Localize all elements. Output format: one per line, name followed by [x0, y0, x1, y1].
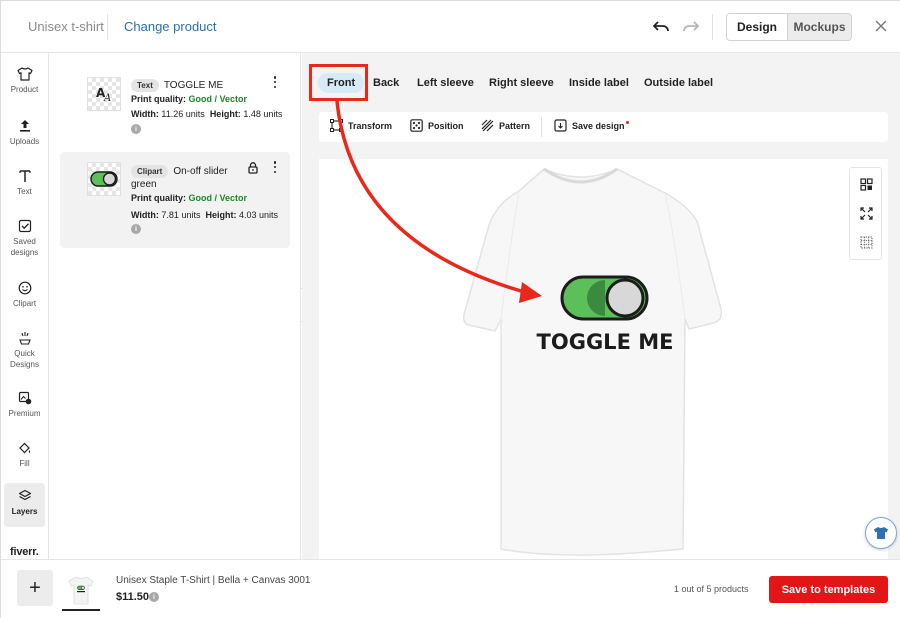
rail-item-product[interactable]: Product — [1, 67, 48, 95]
rail-label: Text — [17, 187, 32, 196]
product-count: 1 out of 5 products — [674, 584, 749, 594]
tab-back[interactable]: Back — [373, 73, 399, 93]
top-bar: Unisex t-shirt Change product Design Moc… — [1, 1, 900, 53]
tshirt-icon — [16, 67, 33, 81]
app-window: Unisex t-shirt Change product Design Moc… — [0, 0, 900, 618]
add-product-button[interactable]: + — [17, 570, 53, 606]
tool-rail: Product Uploads Text Saved designs Clipa… — [1, 53, 49, 559]
save-design-icon — [554, 119, 567, 132]
rail-item-premium[interactable]: Premium — [1, 391, 48, 419]
product-canvas[interactable]: TOGGLE ME — [319, 159, 888, 559]
text-icon — [18, 170, 31, 182]
tab-outside-label[interactable]: Outside label — [644, 73, 713, 93]
rail-label: Clipart — [12, 299, 37, 308]
info-icon[interactable]: i — [149, 592, 159, 602]
view-toggle: Design Mockups — [726, 13, 852, 41]
layer-name: TOGGLE ME — [163, 80, 224, 92]
pattern-icon — [481, 119, 494, 132]
info-icon[interactable]: i — [131, 224, 141, 234]
print-quality: Print quality: Good / Vector — [131, 94, 248, 104]
layers-icon — [18, 489, 31, 501]
rail-item-quick-designs[interactable]: Quick Designs — [1, 331, 48, 370]
tshirt-thumbnail-icon — [68, 576, 94, 605]
tshirt-mockup: TOGGLE ME — [462, 167, 723, 556]
rail-label: Saved designs — [10, 237, 39, 257]
paint-bucket-icon — [18, 442, 30, 454]
rail-label: Uploads — [9, 137, 40, 146]
layer-item-text[interactable]: AA Text TOGGLE ME Print quality: Good / V… — [60, 67, 290, 137]
rail-item-text[interactable]: Text — [1, 169, 48, 197]
layers-panel: AA Text TOGGLE ME Print quality: Good / V… — [49, 53, 301, 559]
layer-thumbnail — [87, 162, 121, 196]
design-toolbar: Transform Position Pattern Save design — [319, 112, 888, 142]
info-icon[interactable]: i — [131, 124, 141, 134]
text-layer-icon: AA — [96, 86, 111, 103]
rail-label: Premium — [8, 409, 41, 418]
bottom-bar: + Unisex Staple T-Shirt | Bella + Canvas… — [1, 559, 900, 618]
saved-designs-icon — [18, 219, 31, 233]
layer-type-badge: Clipart — [131, 165, 169, 179]
unsaved-indicator — [625, 121, 629, 124]
rail-item-clipart[interactable]: Clipart — [1, 281, 48, 309]
product-title: Unisex t-shirt — [28, 19, 104, 34]
smiley-icon — [18, 281, 31, 295]
layer-dimensions: Width: 7.81 units Height: 4.03 units — [131, 210, 279, 220]
transform-button[interactable]: Transform — [330, 119, 392, 132]
rail-label: Product — [10, 85, 39, 94]
position-icon — [410, 119, 423, 132]
tab-front[interactable]: Front — [318, 73, 365, 93]
transform-icon — [330, 119, 343, 132]
svg-text:A: A — [103, 93, 111, 103]
rail-label: Fill — [19, 459, 30, 468]
more-options-icon[interactable] — [271, 161, 279, 173]
change-product-link[interactable]: Change product — [124, 19, 217, 34]
product-info-button[interactable] — [865, 517, 897, 549]
mockups-view-button[interactable]: Mockups — [788, 14, 851, 40]
tab-right-sleeve[interactable]: Right sleeve — [489, 73, 554, 93]
product-thumbnail[interactable] — [62, 571, 100, 611]
rail-item-saved-designs[interactable]: Saved designs — [1, 219, 48, 258]
layer-thumbnail: AA — [87, 77, 121, 111]
expand-icon[interactable] — [858, 205, 874, 221]
more-options-icon[interactable] — [271, 76, 279, 88]
design-view-button[interactable]: Design — [727, 14, 788, 40]
layer-name: On-off slider — [173, 166, 228, 178]
rail-item-layers[interactable]: Layers — [4, 483, 45, 527]
fiverr-logo: fiverr. — [10, 546, 39, 558]
save-design-button[interactable]: Save design — [554, 119, 629, 132]
rail-label: Quick Designs — [10, 349, 39, 369]
dotted-grid-icon[interactable] — [858, 234, 874, 250]
undo-icon[interactable] — [651, 17, 671, 37]
print-quality: Print quality: Good / Vector — [131, 193, 248, 203]
layer-dimensions: Width: 11.26 units Height: 1.48 units — [131, 109, 283, 119]
canvas-side-tools — [849, 167, 882, 260]
layer-item-clipart[interactable]: Clipart On-off slider green Print quality… — [60, 152, 290, 248]
lock-icon[interactable] — [248, 161, 258, 179]
close-icon[interactable] — [872, 17, 890, 35]
product-price: $11.50 — [116, 591, 150, 603]
redo-icon[interactable] — [681, 17, 701, 37]
position-button[interactable]: Position — [410, 119, 464, 132]
sparkle-icon — [18, 332, 31, 345]
design-area: Front Back Left sleeve Right sleeve Insi… — [302, 53, 900, 559]
layer-name-continued: green — [131, 179, 157, 190]
divider — [712, 14, 713, 40]
grid-view-icon[interactable] — [858, 176, 874, 192]
pattern-button[interactable]: Pattern — [481, 119, 530, 132]
divider — [541, 117, 542, 137]
divider — [107, 14, 108, 40]
premium-icon — [18, 391, 31, 405]
rail-label: Layers — [11, 507, 38, 516]
toggle-thumbnail-icon — [90, 171, 118, 187]
tab-left-sleeve[interactable]: Left sleeve — [417, 73, 474, 93]
tshirt-icon — [874, 527, 888, 539]
upload-icon — [19, 120, 30, 132]
rail-item-fill[interactable]: Fill — [1, 441, 48, 469]
product-name: Unisex Staple T-Shirt | Bella + Canvas 3… — [116, 575, 311, 586]
save-to-templates-button[interactable]: Save to templates — [769, 576, 888, 603]
tab-inside-label[interactable]: Inside label — [569, 73, 629, 93]
rail-item-uploads[interactable]: Uploads — [1, 119, 48, 147]
design-text: TOGGLE ME — [537, 330, 674, 354]
layer-type-badge: Text — [131, 79, 159, 93]
